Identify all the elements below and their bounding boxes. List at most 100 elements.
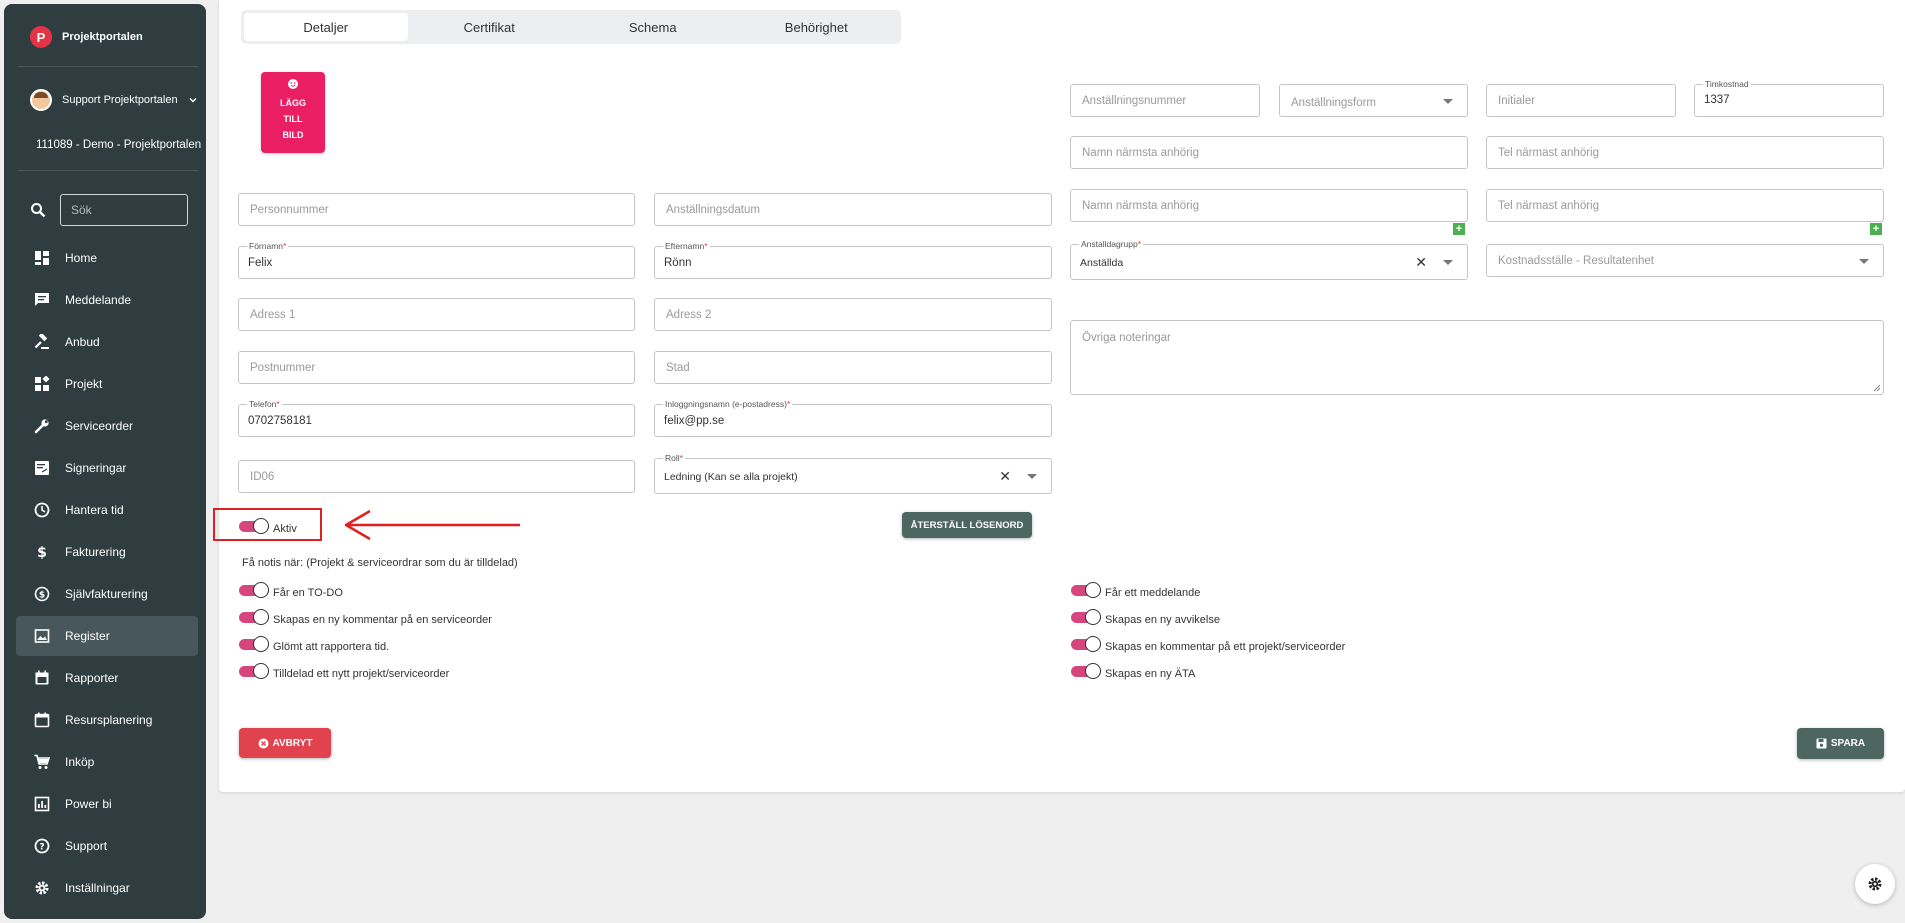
user-name: Support Projektportalen [62, 94, 178, 106]
anstallningsdatum-field[interactable]: Anställningsdatum [654, 193, 1052, 226]
notify-label: Får ett meddelande [1105, 587, 1201, 599]
main-card [219, 0, 1905, 792]
kostnadsstalle-select[interactable]: Kostnadsställe - Resultatenhet [1486, 244, 1884, 277]
sidebar-item-projekt[interactable]: Projekt [16, 364, 198, 404]
tab-certifikat[interactable]: Certifikat [408, 13, 572, 41]
personnummer-field[interactable]: Personnummer [238, 193, 635, 226]
notify-toggle[interactable] [1071, 609, 1101, 625]
telefon-field[interactable]: Telefon* 0702758181 [238, 399, 635, 437]
field-placeholder: Kostnadsställe - Resultatenhet [1498, 255, 1654, 267]
tab-behörighet[interactable]: Behörighet [735, 13, 899, 41]
sidebar-item-självfakturering[interactable]: $ Självfakturering [16, 574, 198, 614]
caret-down-icon [1027, 474, 1037, 479]
sidebar-item-meddelande[interactable]: Meddelande [16, 280, 198, 320]
notify-toggle[interactable] [239, 663, 269, 679]
notify-toggle[interactable] [239, 636, 269, 652]
sidebar-item-register[interactable]: Register [16, 616, 198, 656]
postnummer-field[interactable]: Postnummer [238, 351, 635, 384]
sidebar-item-label: Resursplanering [65, 713, 153, 727]
notify-heading: Få notis när: (Projekt & serviceordrar s… [242, 557, 518, 569]
notify-toggle[interactable] [239, 609, 269, 625]
efternamn-field[interactable]: Efternamn* Rönn [654, 241, 1052, 279]
namn-anhorig-field-2[interactable]: Namn närmsta anhörig [1070, 189, 1468, 222]
add-contact-button[interactable]: + [1453, 223, 1465, 235]
timkostnad-field[interactable]: Timkostnad 1337 [1694, 79, 1884, 117]
brand[interactable]: P Projektportalen [30, 26, 143, 48]
required-mark: * [679, 453, 683, 463]
cancel-button[interactable]: AVBRYT [239, 728, 331, 758]
clear-icon[interactable]: ✕ [999, 468, 1011, 485]
aktiv-toggle[interactable] [239, 518, 269, 534]
caret-down-icon [1443, 99, 1453, 104]
field-value: Ledning (Kan se alla projekt) [664, 471, 798, 483]
notify-toggle[interactable] [1071, 582, 1101, 598]
toggle-knob [1085, 636, 1101, 652]
sidebar-item-anbud[interactable]: Anbud [16, 322, 198, 362]
sidebar-item-fakturering[interactable]: $ Fakturering [16, 532, 198, 572]
adress2-field[interactable]: Adress 2 [654, 298, 1052, 331]
sidebar-item-inställningar[interactable]: Inställningar [16, 868, 198, 908]
namn-anhorig-field[interactable]: Namn närmsta anhörig [1070, 136, 1468, 169]
toggle-knob [253, 582, 269, 598]
sidebar-item-serviceorder[interactable]: Serviceorder [16, 406, 198, 446]
initialer-field[interactable]: Initialer [1486, 84, 1676, 117]
notify-toggle[interactable] [1071, 663, 1101, 679]
notify-toggle[interactable] [1071, 636, 1101, 652]
id06-field[interactable]: ID06 [238, 460, 635, 493]
notify-label: Tilldelad ett nytt projekt/serviceorder [273, 668, 450, 680]
save-button[interactable]: SPARA [1797, 728, 1884, 759]
user-menu[interactable]: Support Projektportalen [30, 89, 198, 111]
sidebar-item-hantera-tid[interactable]: Hantera tid [16, 490, 198, 530]
field-label: Efternamn* [663, 241, 710, 251]
notify-toggle[interactable] [239, 582, 269, 598]
anstalldagrupp-select[interactable]: Anstalldagrupp* Anställda ✕ [1070, 239, 1468, 280]
sidebar-item-signeringar[interactable]: Signeringar [16, 448, 198, 488]
cancel-circle-icon [258, 738, 268, 748]
anstallningsnummer-field[interactable]: Anställningsnummer [1070, 84, 1260, 117]
field-placeholder: Tel närmast anhörig [1498, 147, 1599, 159]
chat-icon [33, 291, 51, 309]
label-text: Anstalldagrupp [1081, 239, 1138, 249]
field-label: Inloggningsnamn (e-postadress)* [663, 399, 793, 409]
search-input[interactable] [60, 194, 188, 226]
tab-schema[interactable]: Schema [571, 13, 735, 41]
tel-anhorig-field[interactable]: Tel närmast anhörig [1486, 136, 1884, 169]
field-placeholder: Anställningsdatum [666, 204, 760, 216]
roll-select[interactable]: Roll* Ledning (Kan se alla projekt) ✕ [654, 453, 1052, 494]
fornamn-field[interactable]: Förnamn* Felix [238, 241, 635, 279]
sidebar-item-label: Rapporter [65, 671, 119, 685]
resize-handle-icon[interactable] [1873, 384, 1881, 392]
field-value: felix@pp.se [664, 415, 725, 427]
tab-detaljer[interactable]: Detaljer [244, 13, 408, 41]
stad-field[interactable]: Stad [654, 351, 1052, 384]
adress1-field[interactable]: Adress 1 [238, 298, 635, 331]
sidebar-item-inköp[interactable]: Inköp [16, 742, 198, 782]
tel-anhorig-field-2[interactable]: Tel närmast anhörig [1486, 189, 1884, 222]
notify-label: Får en TO-DO [273, 587, 343, 599]
settings-fab[interactable] [1855, 864, 1895, 904]
notify-label: Skapas en ny avvikelse [1105, 614, 1220, 626]
field-placeholder: Anställningsnummer [1082, 95, 1187, 107]
label-text: Inloggningsnamn (e-postadress) [665, 399, 787, 409]
caret-down-icon [1443, 260, 1453, 265]
dollar-circle-icon: $ [33, 585, 51, 603]
ovriga-noteringar-textarea[interactable]: Övriga noteringar [1070, 320, 1884, 395]
required-mark: * [786, 399, 791, 409]
sidebar-item-resursplanering[interactable]: Resursplanering [16, 700, 198, 740]
sidebar-item-home[interactable]: Home [16, 238, 198, 278]
anstallningsform-select[interactable]: Anställningsform [1279, 84, 1468, 117]
reset-password-button[interactable]: ÅTERSTÄLL LÖSENORD [902, 512, 1032, 538]
sidebar-item-label: Projekt [65, 377, 103, 391]
sidebar-item-rapporter[interactable]: Rapporter [16, 658, 198, 698]
sidebar-item-power-bi[interactable]: Power bi [16, 784, 198, 824]
photo-label-2: TILL [283, 114, 303, 124]
add-phone-button[interactable]: + [1870, 223, 1882, 235]
toggle-knob [253, 609, 269, 625]
photo-label-1: LÄGG [280, 98, 306, 108]
add-photo-button[interactable]: LÄGG TILL BILD [261, 72, 325, 153]
inloggningsnamn-field[interactable]: Inloggningsnamn (e-postadress)* felix@pp.… [654, 399, 1052, 437]
field-value: 0702758181 [248, 415, 312, 427]
clear-icon[interactable]: ✕ [1415, 254, 1427, 271]
sidebar-item-support[interactable]: ? Support [16, 826, 198, 866]
gear-icon [1868, 877, 1882, 891]
